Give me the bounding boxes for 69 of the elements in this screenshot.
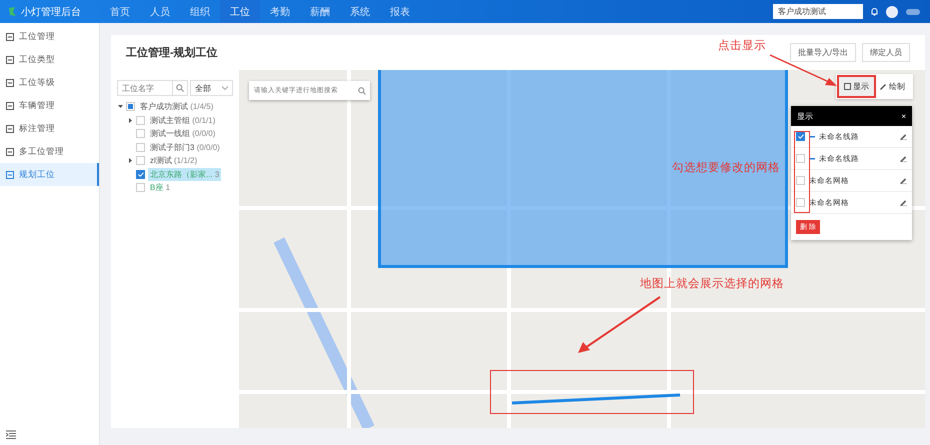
menu-icon <box>6 124 14 132</box>
collapse-icon[interactable] <box>6 430 16 439</box>
checkbox[interactable] <box>796 176 805 185</box>
sidebar-item[interactable]: 工位类型 <box>0 48 99 71</box>
sidebar-item[interactable]: 工位管理 <box>0 25 99 48</box>
caret-right-icon[interactable] <box>128 158 132 164</box>
checkbox[interactable] <box>796 198 805 207</box>
checkbox[interactable] <box>796 132 805 141</box>
search-icon[interactable] <box>176 84 184 92</box>
menu-icon <box>6 78 14 86</box>
close-button[interactable]: × <box>901 112 906 120</box>
tree-node[interactable]: 客户成功测试 (1/4/5) <box>138 100 216 114</box>
panel-title: 显示 <box>797 110 813 122</box>
annotation-text: 地图上就会展示选择的网格 <box>640 276 784 291</box>
pen-icon[interactable] <box>900 155 907 162</box>
tree-node[interactable]: zl测试 (1/1/2) <box>148 154 200 168</box>
checkbox[interactable] <box>136 116 145 125</box>
toolbar-button[interactable]: 绑定人员 <box>862 43 910 62</box>
chevron-icon <box>222 86 228 90</box>
tree-node[interactable]: 测试一线组 (0/0/0) <box>148 127 218 140</box>
pen-icon[interactable] <box>900 133 907 140</box>
caret-right-icon[interactable] <box>128 118 132 123</box>
tree-node[interactable]: B座 1 <box>148 181 172 194</box>
draw-button[interactable]: 绘制 <box>874 77 910 96</box>
pen-icon <box>879 83 887 90</box>
sidebar-item[interactable]: 工位等级 <box>0 71 99 94</box>
company-field[interactable]: 客户成功测试 <box>773 4 863 19</box>
tree-node[interactable]: 测试主管组 (0/1/1) <box>148 114 218 127</box>
pen-icon[interactable] <box>900 177 907 184</box>
nav-tab[interactable]: 系统 <box>340 0 380 23</box>
toolbar-button[interactable]: 批量导入/导出 <box>790 43 856 62</box>
checkbox[interactable] <box>136 183 145 192</box>
annotation-text: 勾选想要修改的网格 <box>672 160 780 175</box>
checkbox[interactable] <box>136 142 145 152</box>
checkbox[interactable] <box>796 154 805 163</box>
tree-node[interactable]: 测试子部门3 (0/0/0) <box>148 140 222 154</box>
bell-icon[interactable] <box>871 7 878 16</box>
nav-tab[interactable]: 工位 <box>220 0 260 23</box>
checkbox[interactable] <box>136 156 145 166</box>
menu-icon <box>6 56 14 64</box>
app-name: 小灯管理后台 <box>21 6 81 18</box>
menu-icon <box>6 102 14 110</box>
annotation-text: 点击显示 <box>718 38 766 53</box>
filter-dropdown[interactable]: 全部 <box>190 80 233 96</box>
checkbox[interactable] <box>126 102 135 112</box>
sidebar-item[interactable]: 多工位管理 <box>0 140 99 163</box>
avatar[interactable] <box>886 6 898 18</box>
checkbox[interactable] <box>136 129 145 138</box>
search-button[interactable] <box>173 80 188 96</box>
nav-tab[interactable]: 报表 <box>380 0 420 23</box>
checkbox[interactable] <box>136 170 145 179</box>
logo-icon <box>8 6 17 17</box>
pen-icon[interactable] <box>900 199 907 206</box>
search-icon[interactable] <box>358 87 366 95</box>
nav-tab[interactable]: 考勤 <box>260 0 300 23</box>
menu-icon <box>6 148 14 156</box>
sidebar-item[interactable]: 车辆管理 <box>0 94 99 117</box>
sidebar-item[interactable]: 标注管理 <box>0 117 99 140</box>
square-icon <box>844 83 851 90</box>
nav-tab[interactable]: 薪酬 <box>300 0 340 23</box>
display-button[interactable]: 显示 <box>839 77 874 96</box>
user-name-bar <box>906 8 920 14</box>
page-title: 工位管理-规划工位 <box>126 46 218 60</box>
menu-icon <box>6 32 14 40</box>
station-search-field[interactable]: 工位名字 <box>117 80 173 96</box>
sidebar-item[interactable]: 规划工位 <box>0 163 99 186</box>
menu-icon <box>6 170 14 178</box>
nav-tab[interactable]: 组织 <box>180 0 220 23</box>
caret-down-icon[interactable] <box>118 104 122 110</box>
